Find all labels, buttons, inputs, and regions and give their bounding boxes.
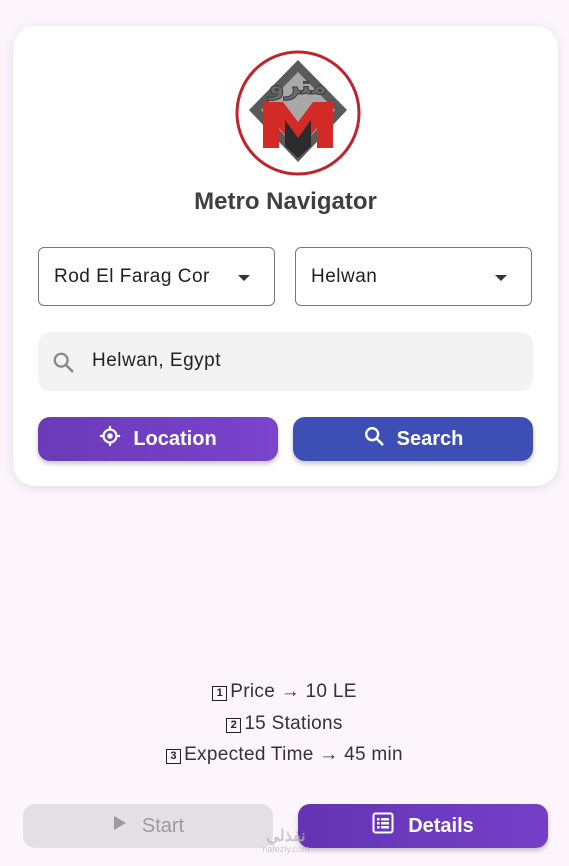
details-button-label: Details: [408, 814, 474, 837]
page-title: Metro Navigator: [194, 188, 377, 215]
search-button[interactable]: Search: [293, 417, 533, 461]
keycap-two-icon: 2: [226, 718, 242, 733]
search-field[interactable]: [38, 332, 533, 391]
price-text: Price → 10 LE: [230, 681, 357, 702]
keycap-three-icon: 3: [166, 749, 182, 764]
from-station-dropdown[interactable]: Rod El Farag Cor: [38, 247, 275, 306]
info-stations: 2 15 Stations: [0, 713, 569, 735]
location-button-label: Location: [133, 427, 217, 450]
search-icon: [52, 351, 74, 373]
start-button[interactable]: Start: [23, 804, 273, 848]
info-time: 3 Expected Time → 45 min: [0, 744, 569, 766]
location-button[interactable]: Location: [38, 417, 278, 461]
to-station-value: Helwan: [311, 265, 378, 287]
search-input[interactable]: [92, 344, 512, 378]
gps-target-icon: [99, 425, 121, 453]
stations-text: 15 Stations: [244, 713, 343, 734]
watermark: نفذلي nafezly.com: [250, 826, 322, 854]
search-button-label: Search: [396, 427, 464, 450]
watermark-text: نفذلي: [266, 828, 306, 845]
info-price: 1 Price → 10 LE: [0, 681, 569, 703]
route-card: مترو Metro Navigator Rod El Farag Cor He…: [13, 26, 558, 486]
details-button[interactable]: Details: [298, 804, 548, 848]
metro-logo: مترو: [235, 50, 361, 176]
time-text: Expected Time → 45 min: [184, 744, 403, 765]
from-station-value: Rod El Farag Cor: [54, 265, 210, 287]
watermark-site: nafezly.com: [262, 844, 310, 854]
to-station-dropdown[interactable]: Helwan: [295, 247, 532, 306]
logo-arabic-text: مترو: [266, 71, 327, 101]
chevron-down-icon: [495, 275, 507, 281]
play-icon: [112, 814, 128, 838]
search-icon: [363, 425, 385, 453]
chevron-down-icon: [238, 275, 250, 281]
list-icon: [372, 812, 394, 840]
start-button-label: Start: [141, 814, 185, 837]
keycap-one-icon: 1: [212, 686, 228, 701]
